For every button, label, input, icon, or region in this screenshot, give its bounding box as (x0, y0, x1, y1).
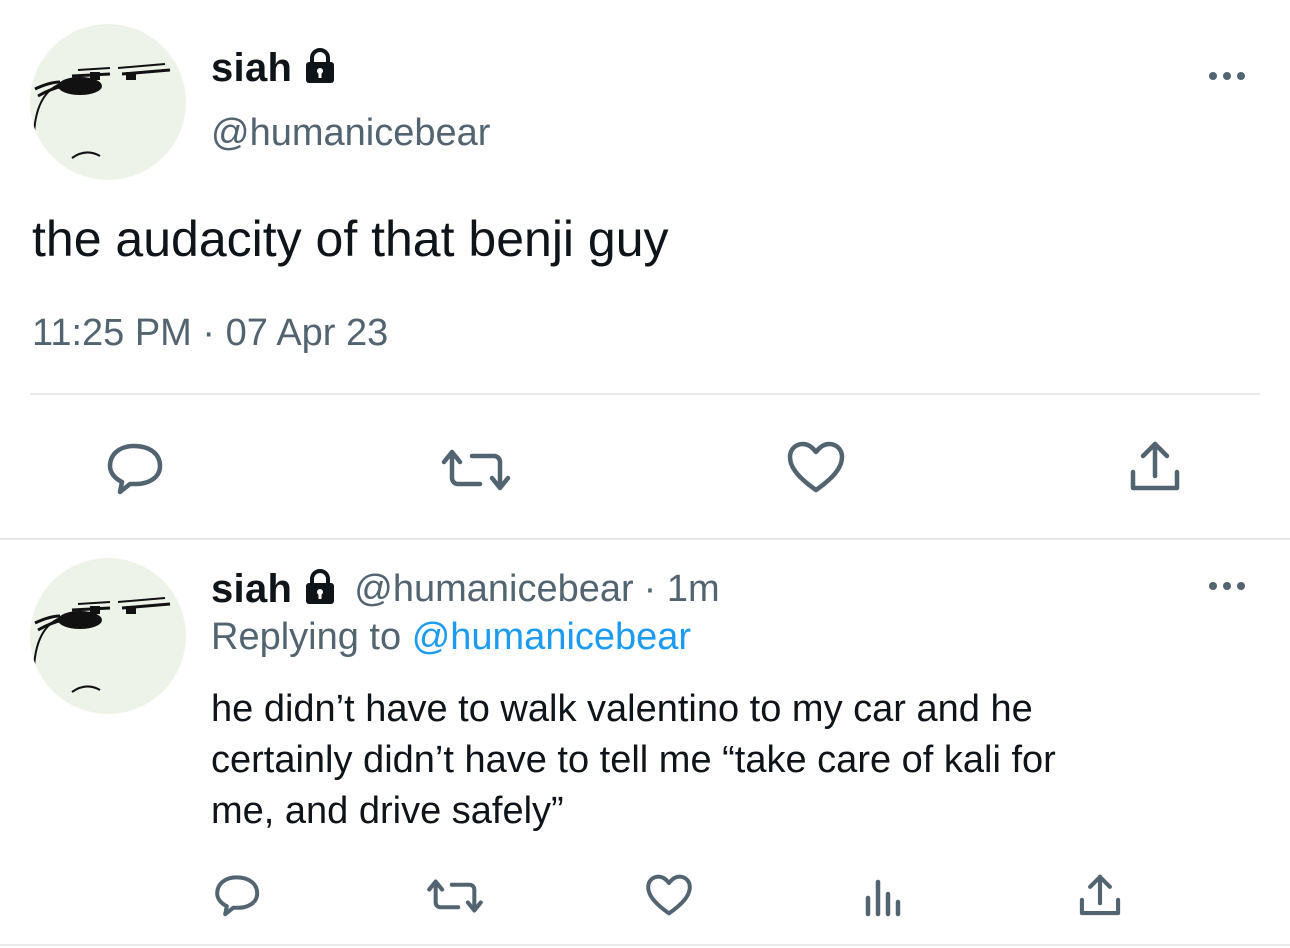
replying-prefix: Replying to (211, 616, 402, 658)
reply-text-line: me, and drive safely” (211, 790, 564, 832)
handle[interactable]: @humanicebear (211, 112, 490, 155)
more-horizontal-icon[interactable] (1205, 576, 1249, 596)
reply-text-line: certainly didn’t have to tell me “take c… (211, 739, 1056, 781)
share-icon[interactable] (1127, 438, 1183, 494)
display-name[interactable]: siah (211, 567, 292, 612)
reply-icon[interactable] (214, 872, 262, 918)
reply-text-line: he didn’t have to walk valentino to my c… (211, 688, 1033, 730)
divider (0, 944, 1290, 946)
handle[interactable]: @humanicebear (354, 568, 633, 611)
heart-icon[interactable] (786, 440, 846, 494)
avatar[interactable] (30, 24, 186, 180)
retweet-icon[interactable] (426, 878, 484, 914)
timestamp[interactable]: 11:25 PM · 07 Apr 23 (32, 312, 388, 355)
share-icon[interactable] (1077, 872, 1123, 918)
retweet-icon[interactable] (440, 448, 512, 492)
time-ago[interactable]: · 1m (644, 568, 720, 611)
divider (0, 538, 1290, 540)
lock-icon (300, 46, 340, 91)
views-icon[interactable] (863, 872, 905, 918)
heart-icon[interactable] (645, 873, 693, 917)
replying-to-link[interactable]: @humanicebear (412, 616, 691, 658)
tweet-text: the audacity of that benji guy (32, 211, 669, 267)
display-name[interactable]: siah (211, 46, 292, 91)
more-horizontal-icon[interactable] (1205, 66, 1249, 86)
reply-text: he didn’t have to walk valentino to my c… (211, 684, 1056, 837)
divider (30, 393, 1260, 395)
reply-icon[interactable] (106, 440, 166, 496)
avatar[interactable] (30, 558, 186, 714)
lock-icon (300, 567, 340, 612)
replying-to: Replying to @humanicebear (211, 616, 691, 659)
